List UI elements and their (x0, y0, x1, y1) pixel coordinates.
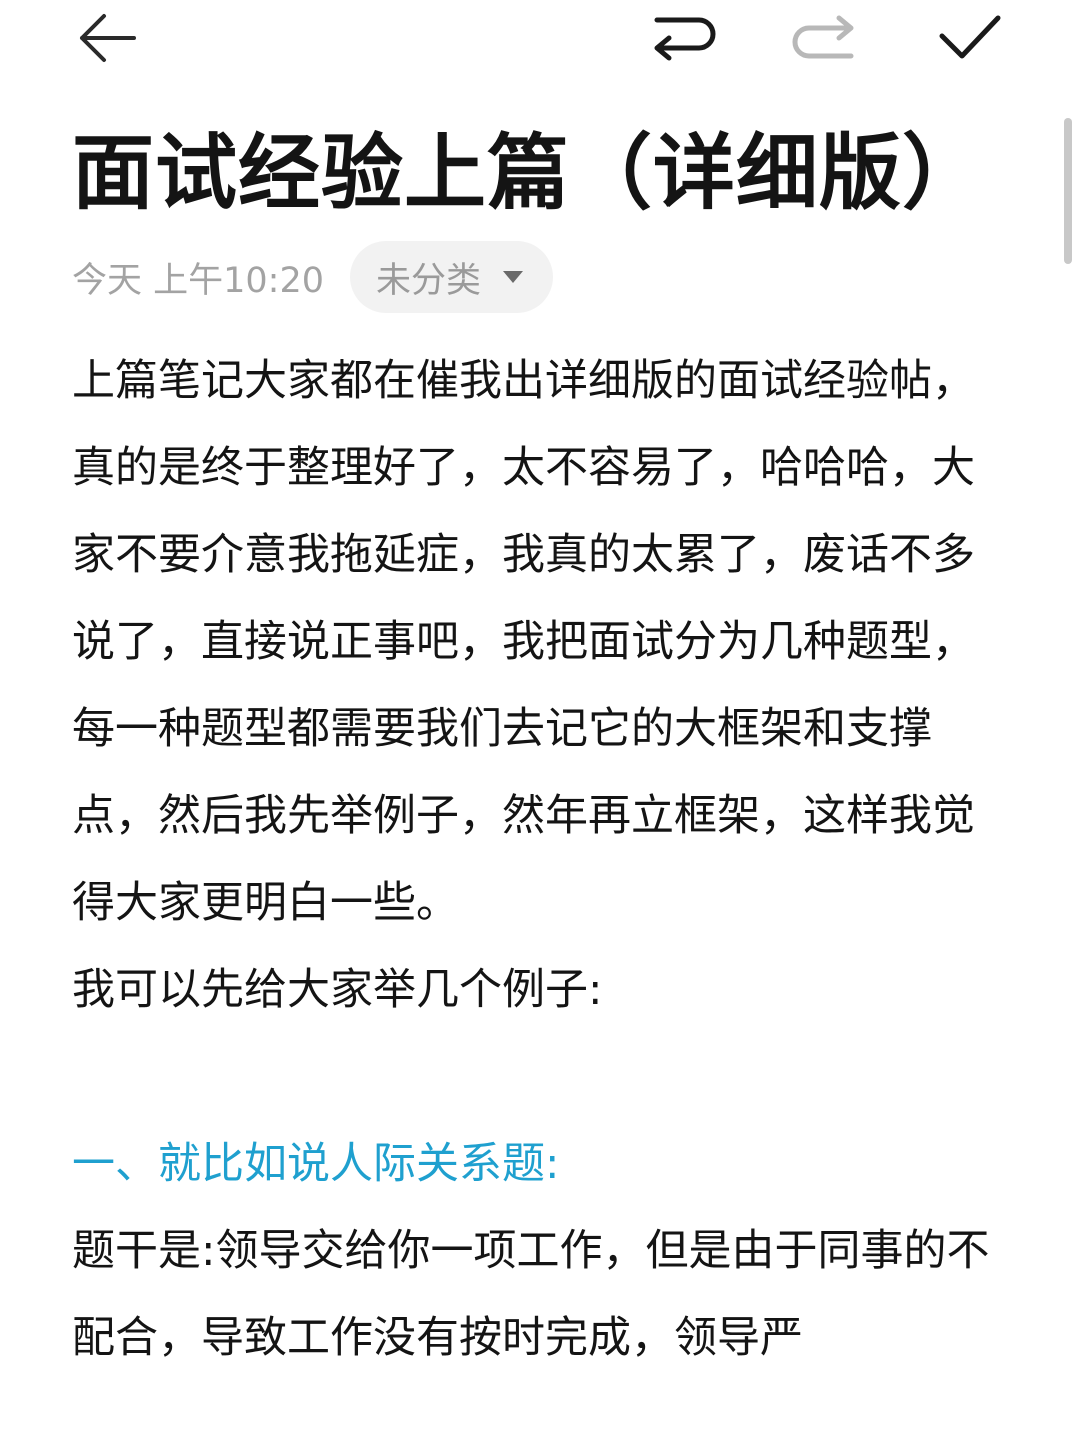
note-title[interactable]: 面试经验上篇（详细版） (72, 122, 1032, 226)
redo-button[interactable] (786, 6, 866, 70)
body-paragraph-examples: 我可以先给大家举几个例子: (72, 965, 603, 1015)
note-body[interactable]: 上篇笔记大家都在催我出详细版的面试经验帖，真的是终于整理好了，太不容易了，哈哈哈… (72, 338, 1002, 1382)
done-button[interactable] (930, 6, 1010, 70)
scrollbar[interactable] (1064, 118, 1072, 264)
body-paragraph-intro: 上篇笔记大家都在催我出详细版的面试经验帖，真的是终于整理好了，太不容易了，哈哈哈… (72, 356, 975, 928)
toolbar (0, 0, 1078, 80)
redo-icon (792, 15, 854, 59)
section-heading: 一、就比如说人际关系题: (72, 1139, 560, 1189)
back-button[interactable] (66, 6, 146, 70)
body-paragraph-question: 题干是:领导交给你一项工作，但是由于同事的不配合，导致工作没有按时完成，领导严 (72, 1226, 990, 1363)
checkmark-icon (939, 15, 1001, 59)
category-selector[interactable]: 未分类 (350, 241, 554, 313)
caret-down-icon (503, 271, 524, 283)
undo-icon (654, 17, 716, 61)
undo-button[interactable] (642, 6, 722, 70)
note-meta: 今天 上午10:20 未分类 (72, 240, 554, 314)
note-timestamp: 今天 上午10:20 (72, 260, 324, 301)
category-label: 未分类 (376, 260, 482, 301)
arrow-left-icon (80, 14, 136, 62)
